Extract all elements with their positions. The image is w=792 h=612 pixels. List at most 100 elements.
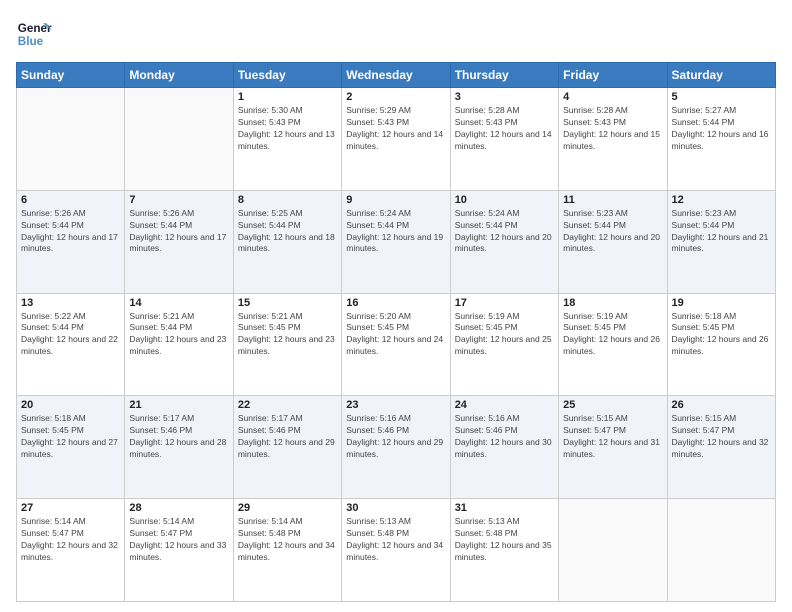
day-info: Sunrise: 5:20 AMSunset: 5:45 PMDaylight:… [346, 311, 445, 359]
daylight-text: Daylight: 12 hours and 26 minutes. [563, 334, 662, 358]
day-info: Sunrise: 5:28 AMSunset: 5:43 PMDaylight:… [455, 105, 554, 153]
day-number: 24 [455, 399, 554, 411]
sunset-text: Sunset: 5:47 PM [129, 528, 228, 540]
daylight-text: Daylight: 12 hours and 32 minutes. [21, 540, 120, 564]
sunrise-text: Sunrise: 5:16 AM [455, 413, 554, 425]
sunset-text: Sunset: 5:45 PM [238, 322, 337, 334]
sunset-text: Sunset: 5:46 PM [129, 425, 228, 437]
day-info: Sunrise: 5:15 AMSunset: 5:47 PMDaylight:… [672, 413, 771, 461]
day-number: 28 [129, 502, 228, 514]
calendar-cell: 21Sunrise: 5:17 AMSunset: 5:46 PMDayligh… [125, 396, 233, 499]
day-number: 9 [346, 194, 445, 206]
sunrise-text: Sunrise: 5:24 AM [455, 208, 554, 220]
day-number: 31 [455, 502, 554, 514]
day-info: Sunrise: 5:25 AMSunset: 5:44 PMDaylight:… [238, 208, 337, 256]
calendar-cell: 8Sunrise: 5:25 AMSunset: 5:44 PMDaylight… [233, 190, 341, 293]
sunrise-text: Sunrise: 5:16 AM [346, 413, 445, 425]
calendar-cell: 19Sunrise: 5:18 AMSunset: 5:45 PMDayligh… [667, 293, 775, 396]
sunrise-text: Sunrise: 5:13 AM [346, 516, 445, 528]
sunset-text: Sunset: 5:44 PM [129, 220, 228, 232]
daylight-text: Daylight: 12 hours and 27 minutes. [21, 437, 120, 461]
sunrise-text: Sunrise: 5:17 AM [238, 413, 337, 425]
day-info: Sunrise: 5:23 AMSunset: 5:44 PMDaylight:… [563, 208, 662, 256]
day-info: Sunrise: 5:24 AMSunset: 5:44 PMDaylight:… [346, 208, 445, 256]
calendar-cell: 24 Sunrise: 5:16 AMSunset: 5:46 PMDayligh… [450, 396, 558, 499]
daylight-text: Daylight: 12 hours and 21 minutes. [672, 232, 771, 256]
day-info: Sunrise: 5:13 AMSunset: 5:48 PMDaylight:… [346, 516, 445, 564]
day-number: 15 [238, 297, 337, 309]
sunrise-text: Sunrise: 5:14 AM [238, 516, 337, 528]
daylight-text: Daylight: 12 hours and 17 minutes. [129, 232, 228, 256]
day-info: Sunrise: 5:29 AMSunset: 5:43 PMDaylight:… [346, 105, 445, 153]
calendar-cell [17, 88, 125, 191]
sunrise-text: Sunrise: 5:17 AM [129, 413, 228, 425]
sunrise-text: Sunrise: 5:26 AM [21, 208, 120, 220]
sunrise-text: Sunrise: 5:23 AM [563, 208, 662, 220]
daylight-text: Daylight: 12 hours and 30 minutes. [455, 437, 554, 461]
sunset-text: Sunset: 5:43 PM [238, 117, 337, 129]
day-info: Sunrise: 5:19 AMSunset: 5:45 PMDaylight:… [455, 311, 554, 359]
sunset-text: Sunset: 5:44 PM [563, 220, 662, 232]
daylight-text: Daylight: 12 hours and 14 minutes. [455, 129, 554, 153]
calendar-day-header: Tuesday [233, 63, 341, 88]
day-number: 25 [563, 399, 662, 411]
day-number: 10 [455, 194, 554, 206]
calendar-table: SundayMondayTuesdayWednesdayThursdayFrid… [16, 62, 776, 602]
calendar-cell: 9 Sunrise: 5:24 AMSunset: 5:44 PMDaylight… [342, 190, 450, 293]
sunset-text: Sunset: 5:46 PM [455, 425, 554, 437]
daylight-text: Daylight: 12 hours and 29 minutes. [238, 437, 337, 461]
sunset-text: Sunset: 5:44 PM [238, 220, 337, 232]
sunset-text: Sunset: 5:48 PM [238, 528, 337, 540]
day-number: 3 [455, 91, 554, 103]
daylight-text: Daylight: 12 hours and 22 minutes. [21, 334, 120, 358]
daylight-text: Daylight: 12 hours and 20 minutes. [455, 232, 554, 256]
daylight-text: Daylight: 12 hours and 29 minutes. [346, 437, 445, 461]
daylight-text: Daylight: 12 hours and 14 minutes. [346, 129, 445, 153]
calendar-cell [125, 88, 233, 191]
calendar-cell: 18Sunrise: 5:19 AMSunset: 5:45 PMDayligh… [559, 293, 667, 396]
calendar-day-header: Wednesday [342, 63, 450, 88]
sunrise-text: Sunrise: 5:28 AM [563, 105, 662, 117]
calendar-cell: 30Sunrise: 5:13 AMSunset: 5:48 PMDayligh… [342, 499, 450, 602]
day-number: 1 [238, 91, 337, 103]
day-info: Sunrise: 5:21 AMSunset: 5:45 PMDaylight:… [238, 311, 337, 359]
calendar-day-header: Friday [559, 63, 667, 88]
day-number: 16 [346, 297, 445, 309]
daylight-text: Daylight: 12 hours and 35 minutes. [455, 540, 554, 564]
sunrise-text: Sunrise: 5:21 AM [129, 311, 228, 323]
sunrise-text: Sunrise: 5:28 AM [455, 105, 554, 117]
day-info: Sunrise: 5:22 AMSunset: 5:44 PMDaylight:… [21, 311, 120, 359]
day-info: Sunrise: 5:16 AMSunset: 5:46 PMDaylight:… [455, 413, 554, 461]
sunset-text: Sunset: 5:43 PM [455, 117, 554, 129]
sunrise-text: Sunrise: 5:26 AM [129, 208, 228, 220]
sunset-text: Sunset: 5:44 PM [455, 220, 554, 232]
sunset-text: Sunset: 5:45 PM [346, 322, 445, 334]
sunrise-text: Sunrise: 5:25 AM [238, 208, 337, 220]
sunrise-text: Sunrise: 5:19 AM [455, 311, 554, 323]
daylight-text: Daylight: 12 hours and 33 minutes. [129, 540, 228, 564]
daylight-text: Daylight: 12 hours and 23 minutes. [238, 334, 337, 358]
day-info: Sunrise: 5:27 AMSunset: 5:44 PMDaylight:… [672, 105, 771, 153]
calendar-cell: 17Sunrise: 5:19 AMSunset: 5:45 PMDayligh… [450, 293, 558, 396]
sunset-text: Sunset: 5:44 PM [346, 220, 445, 232]
sunset-text: Sunset: 5:47 PM [672, 425, 771, 437]
svg-text:Blue: Blue [18, 35, 44, 48]
daylight-text: Daylight: 12 hours and 23 minutes. [129, 334, 228, 358]
daylight-text: Daylight: 12 hours and 15 minutes. [563, 129, 662, 153]
day-info: Sunrise: 5:16 AMSunset: 5:46 PMDaylight:… [346, 413, 445, 461]
day-number: 2 [346, 91, 445, 103]
sunset-text: Sunset: 5:45 PM [672, 322, 771, 334]
calendar-cell: 11Sunrise: 5:23 AMSunset: 5:44 PMDayligh… [559, 190, 667, 293]
day-info: Sunrise: 5:17 AMSunset: 5:46 PMDaylight:… [238, 413, 337, 461]
daylight-text: Daylight: 12 hours and 20 minutes. [563, 232, 662, 256]
day-info: Sunrise: 5:24 AMSunset: 5:44 PMDaylight:… [455, 208, 554, 256]
calendar-cell: 3 Sunrise: 5:28 AMSunset: 5:43 PMDaylight… [450, 88, 558, 191]
day-info: Sunrise: 5:14 AMSunset: 5:48 PMDaylight:… [238, 516, 337, 564]
sunset-text: Sunset: 5:44 PM [129, 322, 228, 334]
sunrise-text: Sunrise: 5:15 AM [563, 413, 662, 425]
day-number: 29 [238, 502, 337, 514]
calendar-cell: 13Sunrise: 5:22 AMSunset: 5:44 PMDayligh… [17, 293, 125, 396]
day-info: Sunrise: 5:18 AMSunset: 5:45 PMDaylight:… [21, 413, 120, 461]
calendar-cell: 29 Sunrise: 5:14 AMSunset: 5:48 PMDayligh… [233, 499, 341, 602]
sunset-text: Sunset: 5:44 PM [672, 220, 771, 232]
